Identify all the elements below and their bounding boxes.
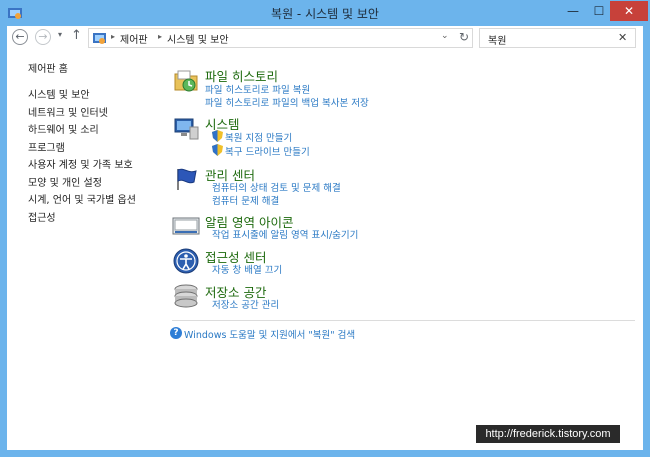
search-input[interactable]: 복원: [488, 32, 506, 47]
clear-search-icon[interactable]: ✕: [618, 31, 627, 44]
title-bar[interactable]: 복원 - 시스템 및 보안 — ☐ ✕: [0, 0, 650, 26]
sidebar-item-clock-language[interactable]: 시계, 언어 및 국가별 옵션: [28, 191, 136, 206]
minimize-button[interactable]: —: [560, 1, 586, 21]
window-title: 복원 - 시스템 및 보안: [271, 7, 379, 21]
sidebar-item-accessibility[interactable]: 접근성: [28, 209, 56, 224]
close-button[interactable]: ✕: [610, 1, 648, 21]
sidebar-home-link[interactable]: 제어판 홈: [28, 60, 68, 75]
forward-button[interactable]: →: [35, 29, 51, 45]
breadcrumb-separator: ▸: [158, 32, 163, 41]
windows-help-search-link[interactable]: Windows 도움말 및 지원에서 "복원" 검색: [184, 327, 355, 341]
address-dropdown-button[interactable]: ⌄: [441, 31, 449, 41]
address-box[interactable]: ▸ 제어판 ▸ 시스템 및 보안 ⌄ ↻: [88, 28, 473, 48]
refresh-button[interactable]: ↻: [459, 30, 469, 44]
recent-locations-button[interactable]: ▾: [58, 30, 62, 39]
breadcrumb-control-panel[interactable]: 제어판: [120, 31, 148, 46]
manage-storage-spaces-link[interactable]: 저장소 공간 관리: [212, 297, 279, 311]
sidebar-item-system-security[interactable]: 시스템 및 보안: [28, 86, 90, 101]
sidebar-item-appearance[interactable]: 모양 및 개인 설정: [28, 174, 102, 189]
navigation-bar: ← → ▾ ↑ ▸ 제어판 ▸ 시스템 및 보안 ⌄ ↻ 복원 ✕: [7, 26, 643, 50]
control-panel-icon: [93, 33, 106, 44]
uac-shield-icon: [212, 144, 223, 156]
uac-shield-icon: [212, 130, 223, 142]
breadcrumb-separator: ▸: [111, 32, 116, 41]
search-box[interactable]: 복원 ✕: [479, 28, 636, 48]
file-history-icon: [174, 70, 198, 92]
restore-files-link[interactable]: 파일 히스토리로 파일 복원: [205, 82, 310, 96]
review-computer-status-link[interactable]: 컴퓨터의 상태 검토 및 문제 해결: [212, 180, 341, 194]
troubleshoot-link[interactable]: 컴퓨터 문제 해결: [212, 193, 279, 207]
client-area: ← → ▾ ↑ ▸ 제어판 ▸ 시스템 및 보안 ⌄ ↻ 복원 ✕ 제어판 홈 …: [7, 26, 643, 450]
turn-off-auto-arrange-link[interactable]: 자동 창 배열 끄기: [212, 262, 282, 276]
show-hide-notification-icons-link[interactable]: 작업 표시줄에 알림 영역 표시/숨기기: [212, 227, 358, 241]
create-restore-point-link[interactable]: 복원 지점 만들기: [225, 130, 292, 144]
sidebar-item-programs[interactable]: 프로그램: [28, 139, 65, 154]
backup-files-link[interactable]: 파일 히스토리로 파일의 백업 복사본 저장: [205, 95, 369, 109]
sidebar-item-hardware[interactable]: 하드웨어 및 소리: [28, 121, 99, 136]
notification-area-icon: [172, 217, 200, 235]
sidebar-item-user-accounts[interactable]: 사용자 계정 및 가족 보호: [28, 156, 133, 171]
action-center-flag-icon: [177, 168, 197, 190]
breadcrumb-system-security[interactable]: 시스템 및 보안: [167, 31, 229, 46]
help-icon: ?: [170, 327, 182, 339]
up-button[interactable]: ↑: [71, 28, 82, 43]
system-icon: [174, 118, 199, 140]
control-panel-window: 복원 - 시스템 및 보안 — ☐ ✕ ← → ▾ ↑ ▸ 제어판 ▸ 시스템 …: [0, 0, 650, 457]
divider: [172, 320, 635, 321]
create-recovery-drive-link[interactable]: 복구 드라이브 만들기: [225, 144, 310, 158]
maximize-button[interactable]: ☐: [586, 1, 612, 21]
watermark: http://frederick.tistory.com: [476, 425, 620, 443]
sidebar-item-network[interactable]: 네트워크 및 인터넷: [28, 104, 108, 119]
ease-of-access-icon: [173, 248, 199, 274]
back-button[interactable]: ←: [12, 29, 28, 45]
storage-spaces-icon: [174, 284, 198, 308]
